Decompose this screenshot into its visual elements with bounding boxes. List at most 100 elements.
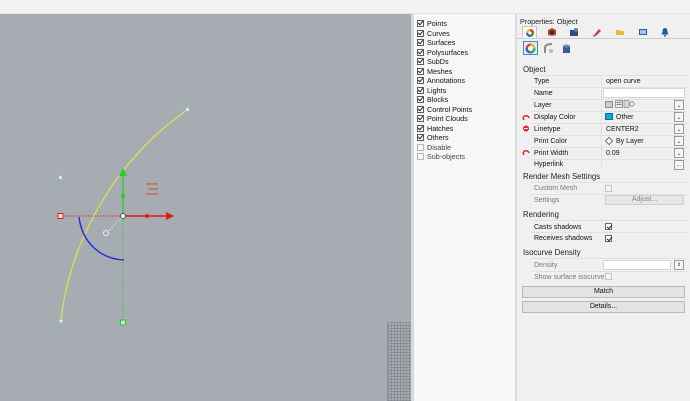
gumball-center[interactable] (120, 213, 126, 219)
checkbox[interactable] (417, 39, 424, 47)
filter-label: Hatches (427, 123, 454, 133)
filter-label: SubDs (427, 57, 449, 67)
tab-display[interactable] (635, 26, 650, 38)
checkbox[interactable] (417, 153, 424, 161)
filter-control-points[interactable]: Control Points (417, 105, 472, 115)
filter-others[interactable]: Others (417, 133, 449, 143)
object-properties-icon (525, 28, 534, 37)
custom-mesh-checkbox[interactable] (605, 185, 612, 192)
properties-panel: Properties: Object Object Type open curv… (517, 14, 690, 401)
gumball-menu-icon[interactable] (146, 183, 158, 195)
curve-start-point[interactable] (59, 319, 63, 323)
print-width-dropdown[interactable]: ⌄ (674, 148, 684, 158)
checkbox[interactable] (417, 20, 424, 28)
checkbox[interactable] (417, 105, 424, 113)
filter-meshes[interactable]: Meshes (417, 67, 452, 77)
filter-label: Disable (427, 142, 451, 152)
hyperlink-browse-button[interactable]: ... (674, 160, 684, 170)
subtab-curve-piping[interactable] (541, 41, 556, 55)
viewport-canvas[interactable] (0, 14, 411, 401)
print-width-label: Print Width (534, 150, 569, 157)
filter-label: Control Points (427, 104, 473, 114)
row-divider (531, 220, 687, 221)
checkbox[interactable] (417, 48, 424, 56)
gumball-x-ball[interactable] (145, 214, 149, 218)
filter-sub-objects[interactable]: Sub-objects (417, 152, 465, 162)
filter-label: Sub-objects (427, 152, 465, 162)
section-isocurve: Isocurve Density (523, 248, 581, 257)
filter-label: Surfaces (427, 38, 456, 48)
filter-lights[interactable]: Lights (417, 86, 446, 96)
linetype-dropdown[interactable]: ⌄ (674, 124, 684, 134)
print-color-dropdown[interactable]: ⌄ (674, 136, 684, 146)
filter-label: Curves (427, 28, 450, 38)
control-point-top[interactable] (58, 175, 63, 180)
tab-object[interactable] (522, 26, 537, 38)
settings-label: Settings (534, 197, 560, 204)
tab-notifications[interactable] (657, 26, 672, 38)
linetype-override-icon (523, 125, 529, 132)
checkbox[interactable] (417, 29, 424, 37)
selected-arc[interactable] (78, 216, 125, 261)
filter-blocks[interactable]: Blocks (417, 95, 448, 105)
filter-hatches[interactable]: Hatches (417, 124, 453, 134)
checkbox[interactable] (417, 115, 424, 123)
subtab-object-properties[interactable] (523, 41, 538, 55)
checkbox[interactable] (417, 77, 424, 85)
filter-disable[interactable]: Disable (417, 143, 451, 153)
print-width-override-icon (522, 150, 530, 155)
checkbox[interactable] (417, 96, 424, 104)
row-divider (531, 147, 687, 148)
checkbox[interactable] (417, 86, 424, 94)
filter-label: Others (427, 133, 449, 143)
display-color-label: Display Color (534, 114, 576, 121)
filter-curves[interactable]: Curves (417, 29, 450, 39)
display-color-dropdown[interactable]: ⌄ (674, 112, 684, 122)
tab-decal[interactable] (589, 26, 604, 38)
print-color-value: By Layer (616, 138, 644, 145)
decal-icon (592, 29, 601, 37)
filter-annotations[interactable]: Annotations (417, 76, 465, 86)
row-divider (531, 99, 687, 100)
receives-shadows-checkbox[interactable] (605, 235, 612, 242)
filter-label: Blocks (427, 95, 449, 105)
name-input[interactable] (603, 88, 685, 98)
checkbox[interactable] (417, 67, 424, 75)
gumball-scale-handle-left[interactable] (57, 213, 64, 219)
match-button[interactable]: Match (522, 286, 685, 298)
density-spinner[interactable]: ⇕ (674, 260, 684, 270)
filter-label: Annotations (427, 76, 465, 86)
chevron-down-icon: ⌄ (676, 150, 682, 157)
subtab-thickness[interactable] (559, 41, 574, 55)
density-input[interactable] (603, 260, 671, 270)
filter-point-clouds[interactable]: Point Clouds (417, 114, 468, 124)
checkbox[interactable] (417, 58, 424, 66)
checkbox[interactable] (417, 143, 424, 151)
layer-dropdown[interactable]: ⌄ (674, 100, 684, 110)
show-surface-isocurve-checkbox[interactable] (605, 273, 612, 280)
gumball-scale-handle-bottom[interactable] (120, 319, 126, 326)
casts-shadows-checkbox[interactable] (605, 223, 612, 230)
tab-render[interactable] (566, 26, 581, 38)
curve-end-point[interactable] (185, 107, 190, 112)
casts-shadows-label: Casts shadows (534, 224, 582, 231)
tab-texture[interactable] (612, 26, 627, 38)
filter-polysurfaces[interactable]: Polysurfaces (417, 48, 468, 58)
filter-label: Points (427, 19, 447, 29)
adjust-button[interactable]: Adjust... (605, 195, 684, 205)
filter-points[interactable]: Points (417, 19, 447, 29)
gumball-y-ball[interactable] (121, 194, 125, 198)
details-button[interactable]: Details... (522, 301, 685, 313)
viewport[interactable] (0, 14, 411, 401)
gumball-y-arrowhead[interactable] (119, 168, 127, 176)
checkbox[interactable] (417, 134, 424, 142)
section-render-mesh: Render Mesh Settings (523, 172, 601, 181)
filter-surfaces[interactable]: Surfaces (417, 38, 455, 48)
filter-subds[interactable]: SubDs (417, 57, 449, 67)
rotate-handle[interactable] (102, 229, 110, 237)
custom-mesh-label: Custom Mesh (534, 185, 578, 192)
checkbox[interactable] (417, 124, 424, 132)
gumball-x-arrowhead[interactable] (166, 212, 174, 220)
tab-material[interactable] (544, 26, 559, 38)
panel-title: Properties: Object (520, 17, 578, 26)
